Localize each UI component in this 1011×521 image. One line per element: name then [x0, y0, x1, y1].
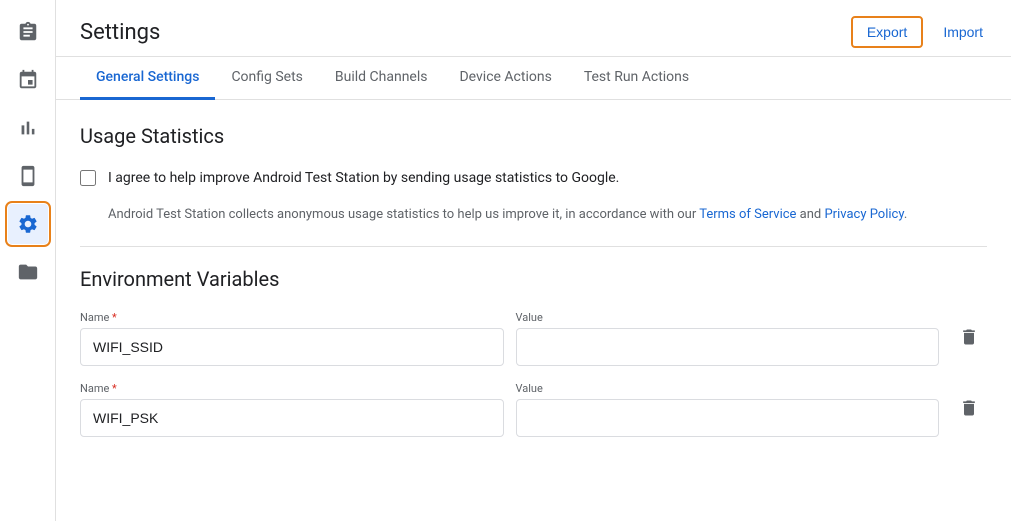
sidebar-item-schedule[interactable]	[8, 60, 48, 100]
env-name-required-1: *	[109, 311, 116, 324]
env-delete-button-1[interactable]	[951, 319, 987, 358]
trash-icon-1	[959, 327, 979, 350]
header-actions: Export Import	[851, 16, 987, 48]
env-value-field-2: Value	[516, 382, 940, 437]
trash-icon-2	[959, 398, 979, 421]
env-value-field-1: Value	[516, 311, 940, 366]
import-button[interactable]: Import	[939, 18, 987, 46]
folder-icon	[17, 261, 39, 283]
usage-statistics-title: Usage Statistics	[80, 124, 987, 148]
env-name-label-1: Name	[80, 311, 109, 324]
usage-statistics-section: Usage Statistics I agree to help improve…	[80, 124, 987, 226]
env-name-input-2[interactable]	[80, 399, 504, 437]
environment-variables-title: Environment Variables	[80, 267, 987, 291]
env-delete-button-2[interactable]	[951, 390, 987, 429]
clipboard-icon	[17, 21, 39, 43]
page-header: Settings Export Import	[56, 0, 1011, 57]
tab-test-run-actions[interactable]: Test Run Actions	[568, 57, 705, 100]
env-name-required-2: *	[109, 382, 116, 395]
usage-period: .	[904, 207, 907, 222]
content-area: Usage Statistics I agree to help improve…	[56, 100, 1011, 521]
env-name-label-2: Name	[80, 382, 109, 395]
usage-and-text: and	[796, 207, 824, 222]
phone-icon	[17, 165, 39, 187]
sidebar-item-tests[interactable]	[8, 12, 48, 52]
env-row-2: Name * Value	[80, 382, 987, 437]
sidebar-item-settings[interactable]	[8, 204, 48, 244]
env-value-label-2: Value	[516, 382, 940, 395]
page-title: Settings	[80, 20, 160, 45]
env-name-field-2: Name *	[80, 382, 504, 437]
env-value-label-1: Value	[516, 311, 940, 324]
section-divider	[80, 246, 987, 247]
env-value-input-1[interactable]	[516, 328, 940, 366]
export-button[interactable]: Export	[851, 16, 923, 48]
main-content: Settings Export Import General Settings …	[56, 0, 1011, 521]
usage-checkbox-label[interactable]: I agree to help improve Android Test Sta…	[108, 168, 619, 189]
usage-description: Android Test Station collects anonymous …	[108, 205, 987, 226]
sidebar-item-device[interactable]	[8, 156, 48, 196]
sidebar-item-folder[interactable]	[8, 252, 48, 292]
usage-desc-text1: Android Test Station collects anonymous …	[108, 207, 699, 222]
bar-chart-icon	[17, 117, 39, 139]
gear-icon	[17, 213, 39, 235]
environment-variables-section: Environment Variables Name * Value	[80, 267, 987, 437]
usage-checkbox[interactable]	[80, 170, 96, 186]
tab-config-sets[interactable]: Config Sets	[215, 57, 318, 100]
sidebar-item-analytics[interactable]	[8, 108, 48, 148]
env-row-1: Name * Value	[80, 311, 987, 366]
terms-of-service-link[interactable]: Terms of Service	[699, 207, 796, 222]
privacy-policy-link[interactable]: Privacy Policy	[824, 207, 903, 222]
tab-general-settings[interactable]: General Settings	[80, 57, 215, 100]
tab-device-actions[interactable]: Device Actions	[443, 57, 567, 100]
tab-build-channels[interactable]: Build Channels	[319, 57, 444, 100]
tabs-bar: General Settings Config Sets Build Chann…	[56, 57, 1011, 100]
usage-checkbox-row: I agree to help improve Android Test Sta…	[80, 168, 987, 189]
env-value-input-2[interactable]	[516, 399, 940, 437]
sidebar	[0, 0, 56, 521]
env-name-field-1: Name *	[80, 311, 504, 366]
env-name-input-1[interactable]	[80, 328, 504, 366]
calendar-icon	[17, 69, 39, 91]
